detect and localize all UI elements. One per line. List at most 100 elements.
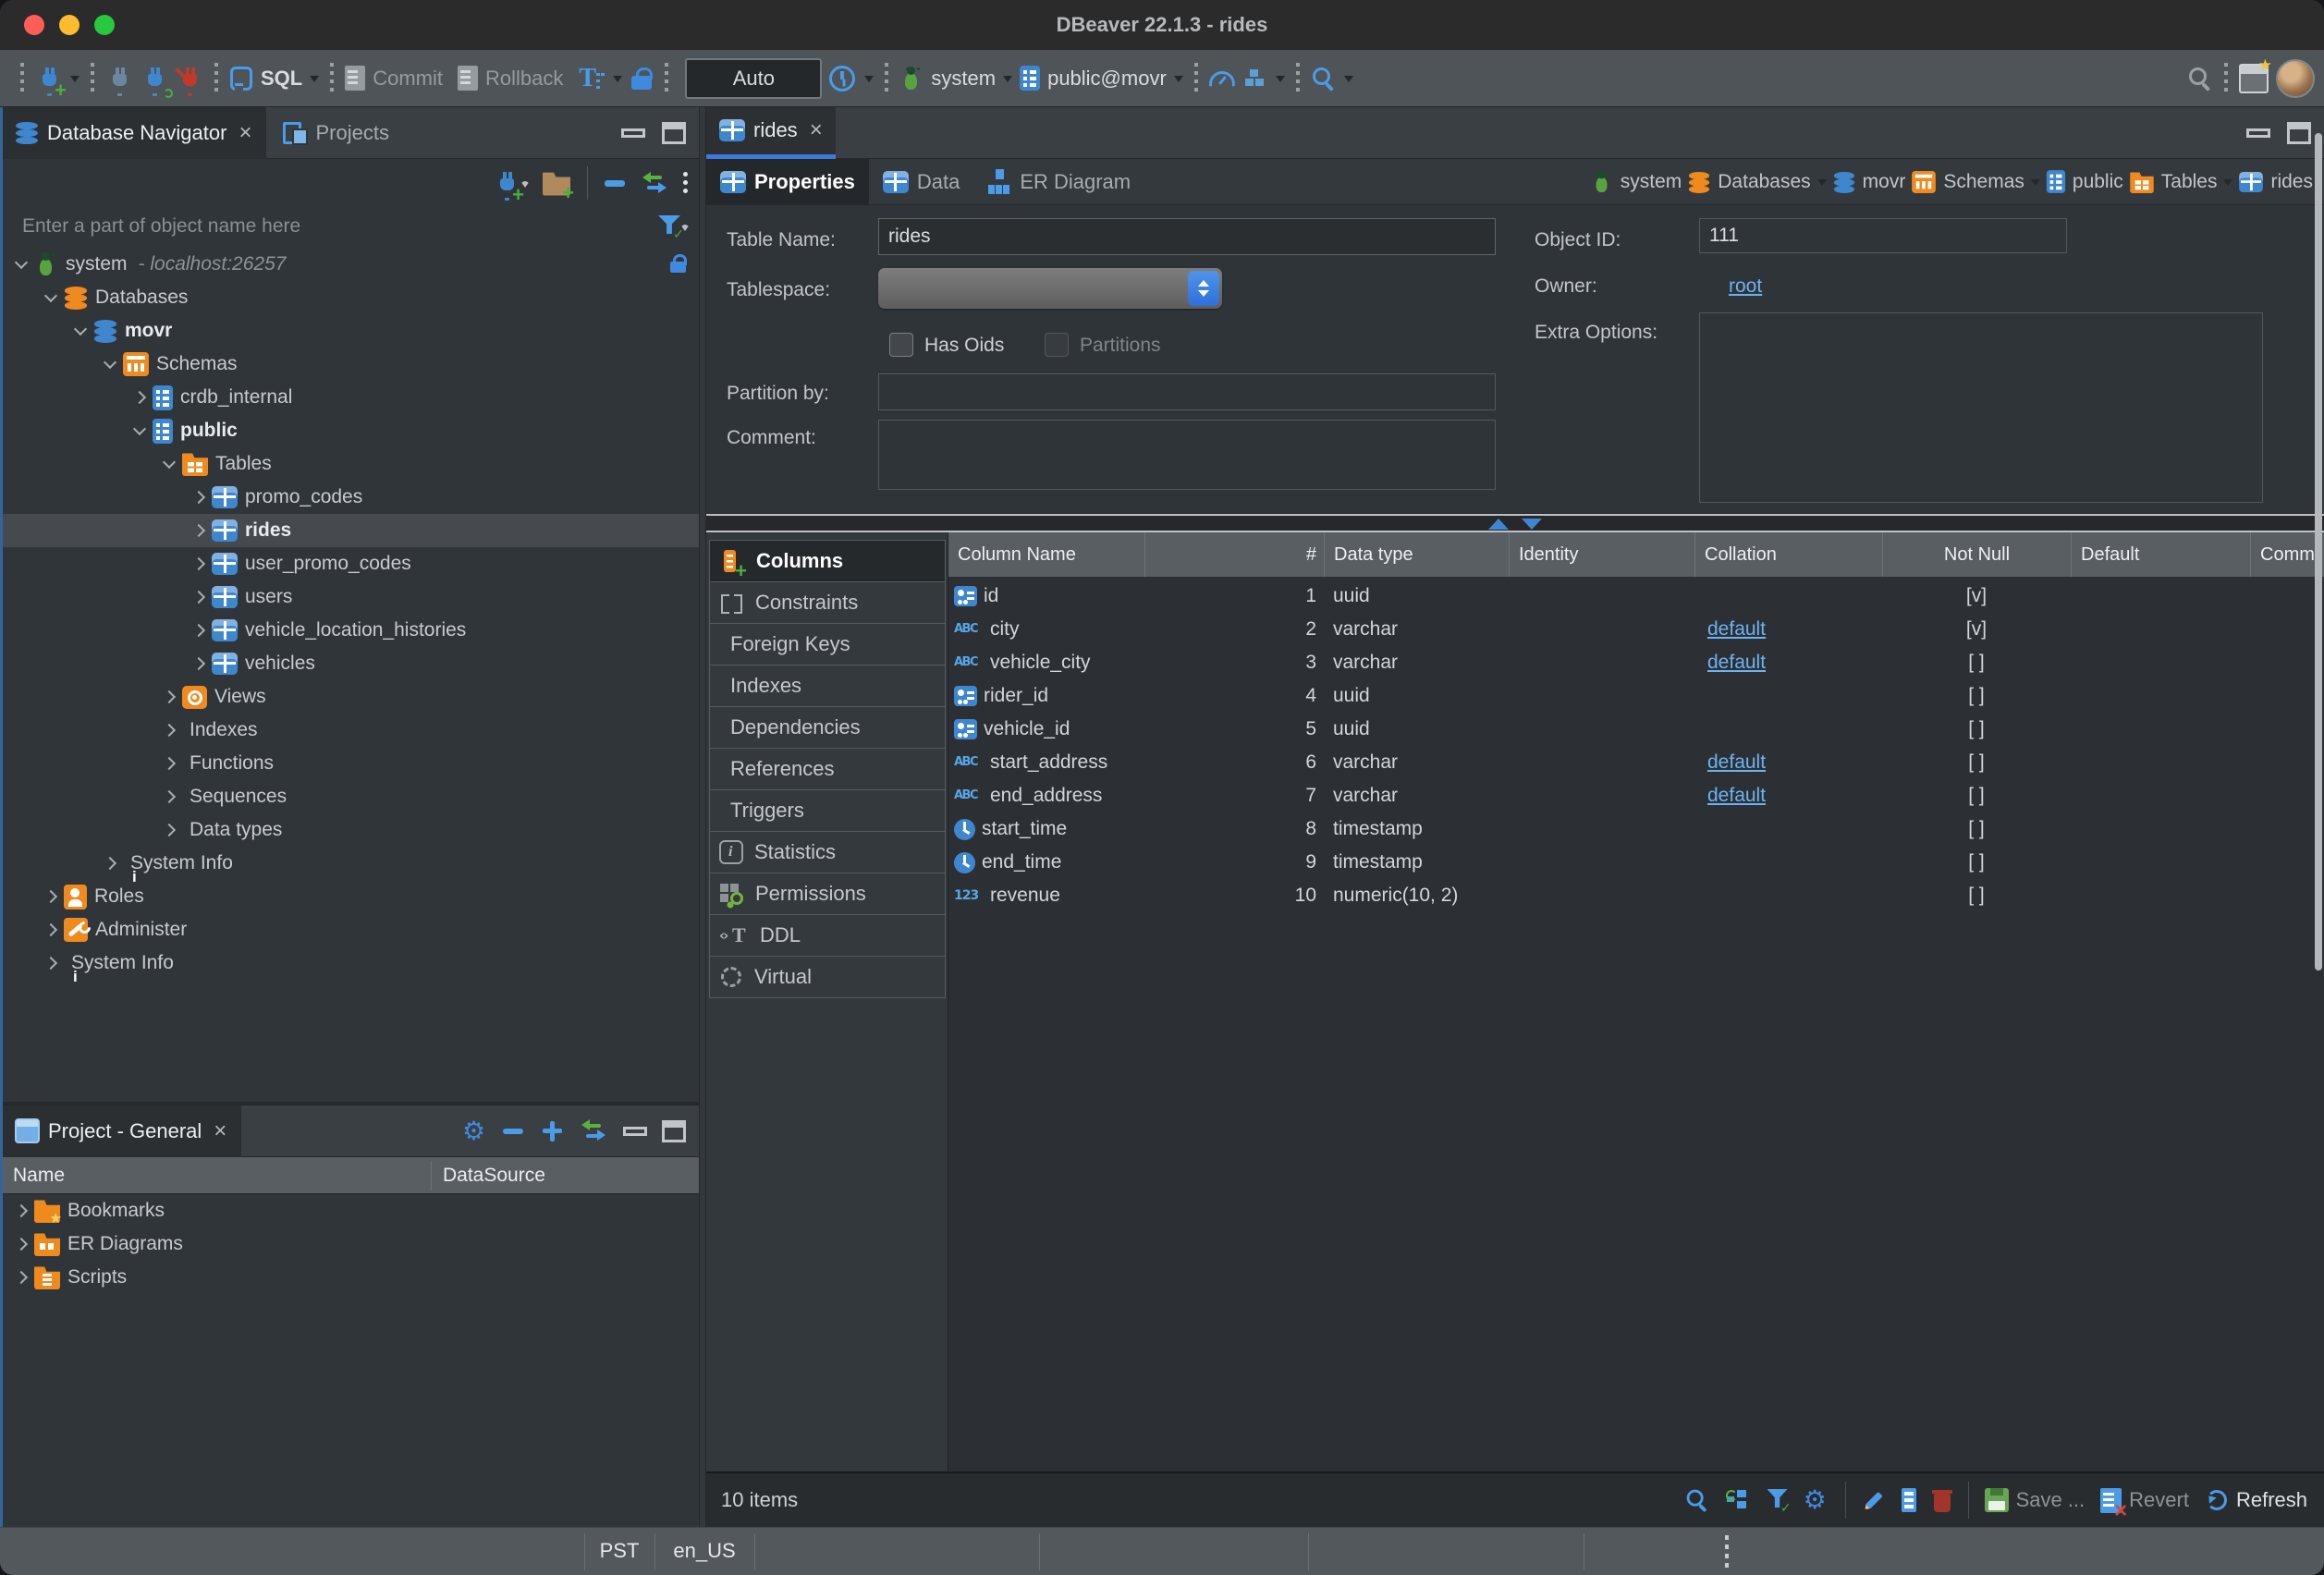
filter-icon[interactable] [1767,1489,1788,1511]
schema-selector[interactable]: public@movr [1020,66,1183,91]
expander-icon[interactable] [190,655,207,672]
column-collation-link[interactable]: default [1694,785,1882,807]
column-header-datasource[interactable]: DataSource [431,1161,699,1190]
subtab[interactable]: DDL [709,914,946,957]
user-avatar[interactable] [2276,59,2315,98]
expander-icon[interactable] [161,788,177,805]
splitter-sash[interactable] [706,514,2324,532]
tree-item[interactable]: user_promo_codes [0,547,699,580]
project-tree-item[interactable]: ER Diagrams [0,1227,699,1261]
tree-item[interactable]: vehicle_location_histories [0,614,699,647]
collapse-all-button[interactable] [605,171,627,195]
editor-view-tab[interactable]: ER Diagram [973,159,1144,205]
tree-item[interactable]: rides [0,514,699,547]
search-button[interactable] [1311,66,1353,92]
expander-icon[interactable] [43,955,59,971]
expander-icon[interactable] [131,422,148,439]
tree-item[interactable]: movr [0,314,699,348]
subtab[interactable]: Triggers [709,789,946,832]
tree-item[interactable]: Tables [0,447,699,481]
table-row[interactable]: end_address 7 varchar default [ ] [948,779,2324,812]
column-not-null[interactable]: [ ] [1882,652,2071,674]
commit-button[interactable]: Commit [345,66,443,91]
delete-trash-icon[interactable] [1932,1488,1952,1512]
tree-item[interactable]: Administer [0,913,699,946]
link-with-editor-button[interactable] [579,1118,608,1144]
column-not-null[interactable]: [v] [1882,585,2071,607]
edit-pencil-icon[interactable] [1862,1488,1886,1512]
table-row[interactable]: city 2 varchar default [v] [948,613,2324,646]
collapse-all-button[interactable] [503,1119,525,1143]
history-button[interactable] [827,64,874,93]
chevron-down-icon[interactable] [1817,179,1827,190]
breadcrumb-item[interactable]: Schemas [1911,170,2040,194]
comment-area[interactable] [878,420,1496,490]
tree-item[interactable]: Indexes [0,714,699,747]
extra-options-area[interactable] [1699,312,2263,503]
expander-icon[interactable] [161,822,177,838]
expander-icon[interactable] [13,1269,30,1286]
tree-item[interactable]: Functions [0,747,699,780]
subtab[interactable]: Columns [709,540,946,582]
tab-database-navigator[interactable]: Database Navigator × [0,107,266,159]
owner-link[interactable]: root [1729,275,1762,298]
column-header-name[interactable]: Name [0,1165,431,1187]
columns-list-icon[interactable] [1902,1488,1916,1512]
minimize-panel-icon[interactable] [623,1127,647,1136]
sql-editor-button[interactable]: SQL [229,65,319,92]
revert-button[interactable]: Revert [2100,1488,2189,1513]
header-not-null[interactable]: Not Null [1882,532,2071,577]
table-row[interactable]: start_address 6 varchar default [ ] [948,746,2324,779]
header-default[interactable]: Default [2071,532,2250,577]
subtab[interactable]: References [709,748,946,790]
lock-button[interactable] [630,65,654,92]
expand-all-button[interactable] [540,1119,564,1143]
subtab[interactable]: Dependencies [709,706,946,749]
tablespace-select[interactable] [878,268,1222,309]
header-data-type[interactable]: Data type [1324,532,1509,577]
expander-icon[interactable] [13,1203,30,1219]
object-filter-input[interactable] [20,214,658,238]
tree-item[interactable]: crdb_internal [0,381,699,414]
chevron-down-icon[interactable] [2031,179,2040,190]
column-not-null[interactable]: [v] [1882,618,2071,641]
subtab[interactable]: Virtual [709,956,946,998]
column-not-null[interactable]: [ ] [1882,785,2071,807]
column-collation-link[interactable]: default [1694,652,1882,674]
statusbar-drag-handle[interactable] [1725,1535,1729,1569]
column-not-null[interactable]: [ ] [1882,885,2071,907]
gear-icon[interactable] [1804,1487,1829,1513]
disconnect-button[interactable] [176,64,203,93]
tree-item[interactable]: Roles [0,880,699,913]
expander-icon[interactable] [43,289,59,306]
commit-mode-combo[interactable]: Auto [685,58,822,99]
tree-item[interactable]: System Info [0,847,699,880]
compare-button[interactable] [1242,66,1285,92]
expander-icon[interactable] [161,722,177,739]
table-row[interactable]: rider_id 4 uuid [ ] [948,679,2324,713]
breadcrumb-item[interactable]: rides [2238,171,2313,193]
column-not-null[interactable]: [ ] [1882,851,2071,873]
column-collation-link[interactable]: default [1694,618,1882,641]
dashboard-button[interactable] [1209,66,1235,92]
subtab[interactable]: Statistics [709,831,946,873]
project-tree-item[interactable]: Bookmarks [0,1194,699,1227]
connection-selector[interactable]: system [899,66,1012,92]
editor-tab-rides[interactable]: rides × [706,107,836,159]
editor-scrollbar[interactable] [2315,133,2322,971]
tree-item[interactable]: users [0,580,699,614]
expander-icon[interactable] [190,489,207,506]
subtab[interactable]: Constraints [709,581,946,624]
vertical-sash[interactable] [699,107,706,1527]
refresh-button[interactable]: Refresh [2205,1488,2307,1512]
close-icon[interactable]: × [810,117,823,143]
view-menu-button[interactable] [682,171,690,195]
expander-icon[interactable] [102,356,118,372]
filter-funnel-icon[interactable] [658,215,680,238]
expander-icon[interactable] [13,1236,30,1252]
close-icon[interactable]: × [239,120,251,146]
has-oids-checkbox[interactable] [889,333,913,357]
column-not-null[interactable]: [ ] [1882,685,2071,707]
tab-project-general[interactable]: Project - General × [0,1105,241,1157]
tree-item[interactable]: promo_codes [0,481,699,514]
